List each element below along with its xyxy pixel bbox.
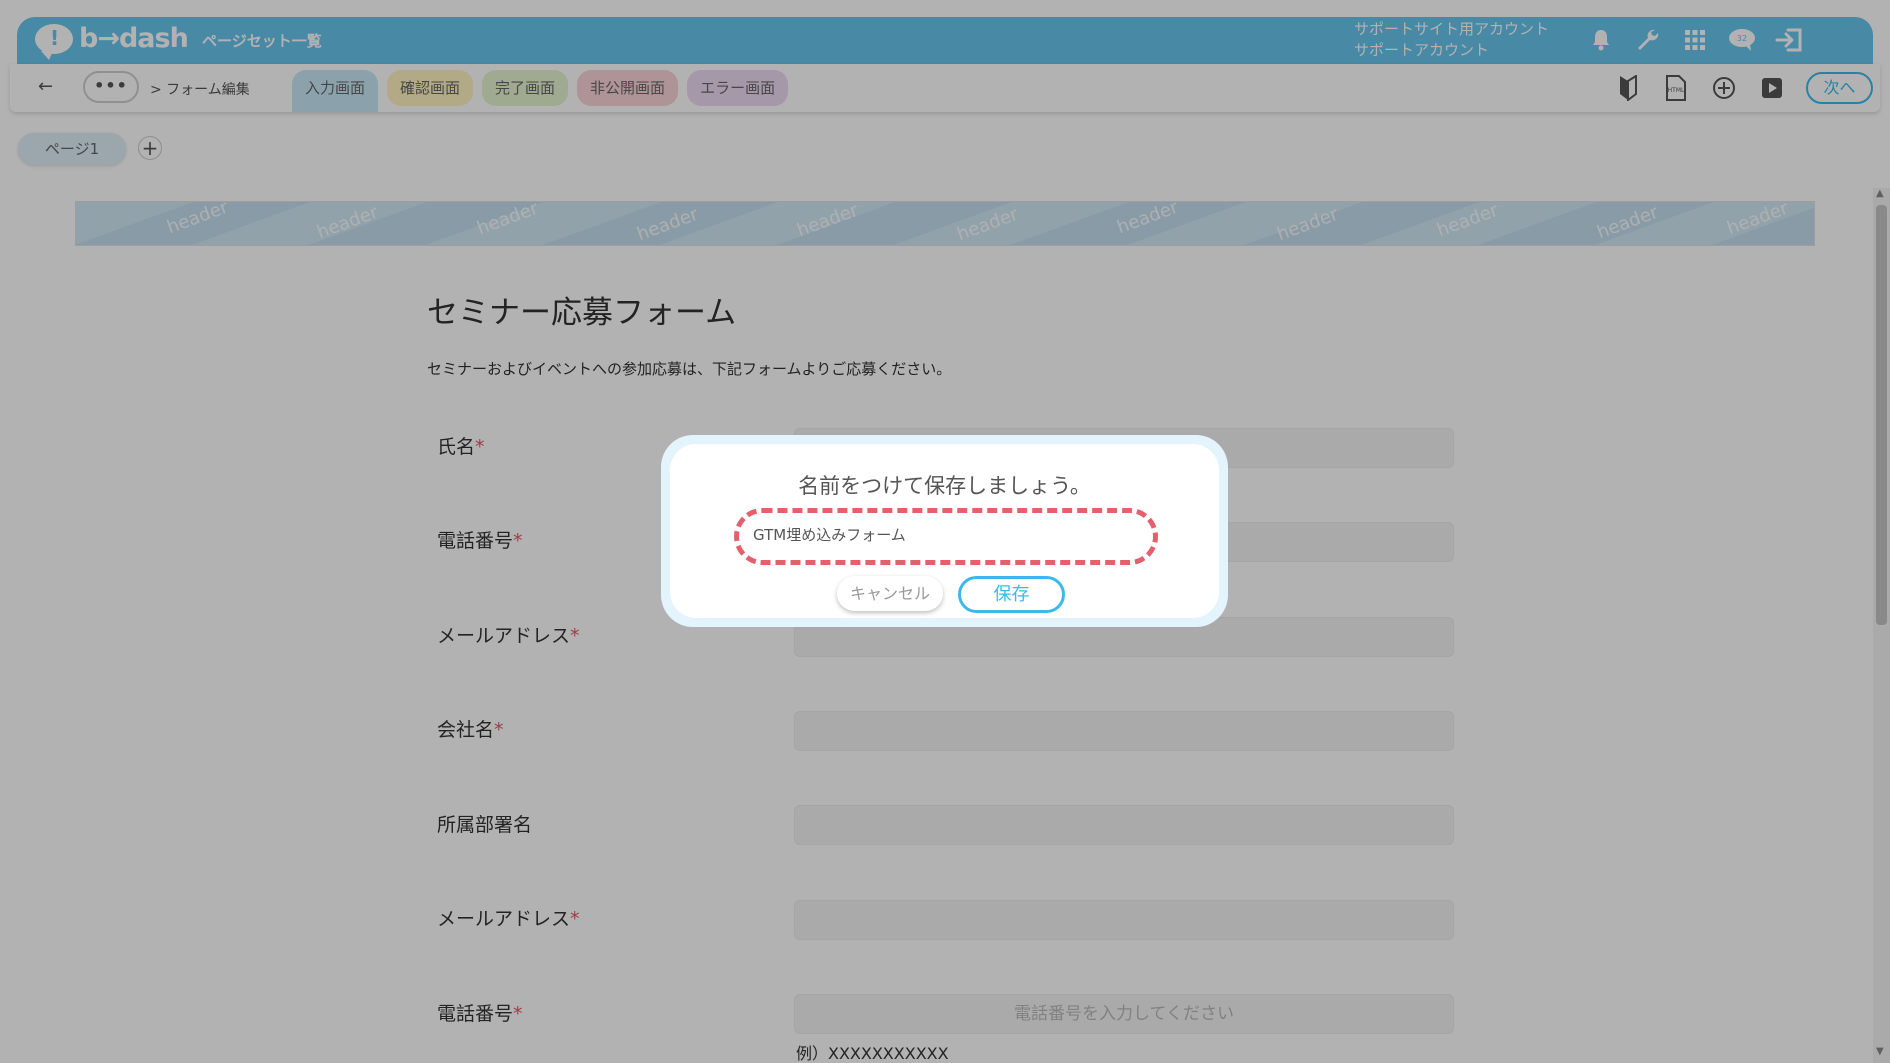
form-name-input[interactable]: GTM埋め込みフォーム xyxy=(734,508,1158,565)
form-name-value: GTM埋め込みフォーム xyxy=(753,526,906,544)
modal-title: 名前をつけて保存しましょう。 xyxy=(798,474,1091,498)
cancel-button[interactable]: キャンセル xyxy=(837,576,943,611)
save-name-modal: 名前をつけて保存しましょう。 GTM埋め込みフォーム キャンセル 保存 xyxy=(661,435,1228,627)
save-button[interactable]: 保存 xyxy=(958,576,1065,613)
modal-body: 名前をつけて保存しましょう。 GTM埋め込みフォーム キャンセル 保存 xyxy=(670,444,1219,618)
